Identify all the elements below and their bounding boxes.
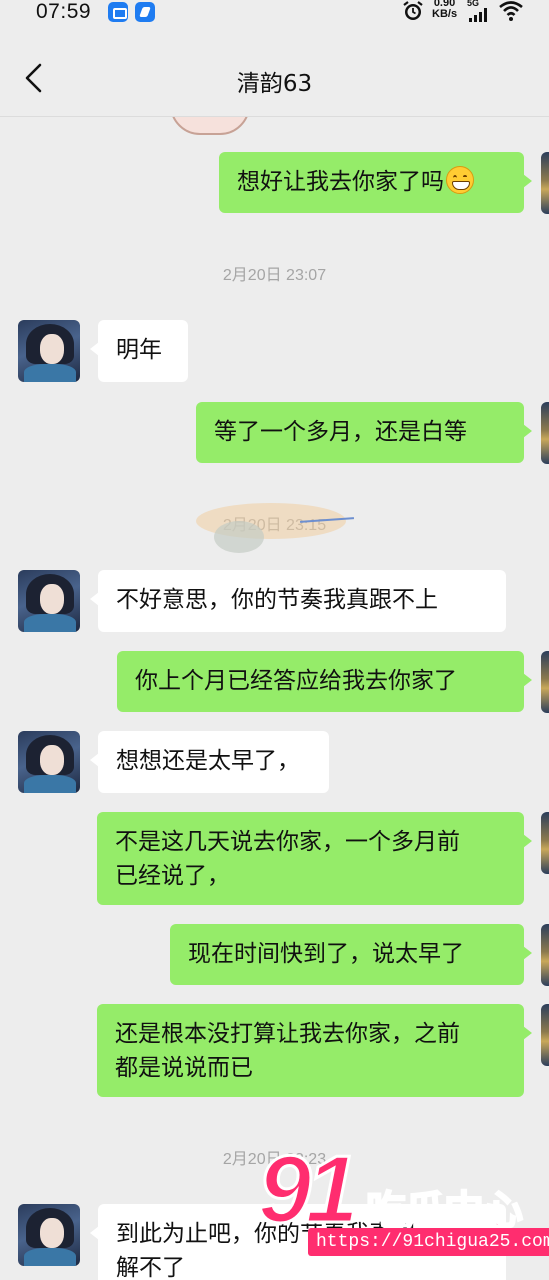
cellular-signal-icon: 5G bbox=[467, 0, 493, 22]
chat-messages[interactable]: 想好让我去你家了吗 2月20日 23:07 明年 等了一个多月，还是白等 2月2… bbox=[0, 117, 549, 1280]
my-avatar[interactable] bbox=[541, 924, 549, 986]
message-bubble-incoming[interactable]: 明年 bbox=[90, 320, 188, 382]
image-smudge bbox=[214, 521, 264, 553]
notification-app-icon bbox=[108, 2, 128, 22]
message-bubble-outgoing[interactable]: 还是根本没打算让我去你家，之前 都是说说而已 bbox=[97, 1004, 532, 1097]
message-bubble-outgoing[interactable]: 你上个月已经答应给我去你家了 bbox=[117, 651, 532, 712]
chat-header: 清韵63 bbox=[0, 40, 549, 116]
my-avatar[interactable] bbox=[541, 152, 549, 214]
sticker-message[interactable] bbox=[170, 117, 250, 135]
message-bubble-outgoing[interactable]: 不是这几天说去你家，一个多月前 已经说了， bbox=[97, 812, 532, 905]
message-text: 不好意思，你的节奏我真跟不上 bbox=[116, 587, 438, 613]
my-avatar[interactable] bbox=[541, 651, 549, 713]
watermark-url: https://91chigua25.com bbox=[308, 1228, 549, 1256]
watermark-number: 91 bbox=[257, 1136, 361, 1243]
message-bubble-incoming[interactable]: 不好意思，你的节奏我真跟不上 bbox=[90, 570, 506, 632]
network-type-label: 5G bbox=[467, 0, 480, 8]
contact-avatar[interactable] bbox=[18, 320, 80, 382]
message-bubble-outgoing[interactable]: 等了一个多月，还是白等 bbox=[196, 402, 532, 463]
network-speed: 0.90 KB/s bbox=[432, 0, 457, 20]
signal-bars-icon bbox=[469, 8, 487, 22]
contact-avatar[interactable] bbox=[18, 570, 80, 632]
my-avatar[interactable] bbox=[541, 812, 549, 874]
wifi-icon bbox=[499, 1, 523, 21]
message-text: 你上个月已经答应给我去你家了 bbox=[135, 668, 457, 694]
message-bubble-outgoing[interactable]: 现在时间快到了，说太早了 bbox=[170, 924, 532, 985]
message-bubble-outgoing[interactable]: 想好让我去你家了吗 bbox=[219, 152, 532, 213]
message-text: 现在时间快到了，说太早了 bbox=[188, 941, 464, 967]
net-speed-unit: KB/s bbox=[432, 8, 458, 20]
message-text-line: 还是根本没打算让我去你家，之前 bbox=[115, 1021, 460, 1047]
chat-title: 清韵63 bbox=[236, 71, 313, 97]
contact-avatar[interactable] bbox=[18, 731, 80, 793]
my-avatar[interactable] bbox=[541, 1004, 549, 1066]
message-text-line: 不是这几天说去你家，一个多月前 bbox=[115, 829, 460, 855]
message-text: 等了一个多月，还是白等 bbox=[214, 419, 467, 445]
message-timestamp: 2月20日 23:07 bbox=[222, 267, 327, 284]
message-text: 想想还是太早了， bbox=[116, 748, 300, 774]
grinning-face-emoji bbox=[446, 166, 474, 194]
status-time: 07:59 bbox=[36, 0, 92, 23]
contact-avatar[interactable] bbox=[18, 1204, 80, 1266]
my-avatar[interactable] bbox=[541, 402, 549, 464]
alarm-icon bbox=[403, 1, 423, 20]
status-bar: 07:59 0.90 KB/s 5G bbox=[0, 0, 549, 30]
site-watermark: 91 吃瓜中心 https://91chigua25.com bbox=[257, 1136, 549, 1280]
message-text: 想好让我去你家了吗 bbox=[237, 169, 444, 195]
message-text: 明年 bbox=[116, 337, 162, 363]
notification-app-icon-2 bbox=[135, 2, 155, 22]
message-text-line: 已经说了， bbox=[115, 863, 230, 889]
message-text-line: 都是说说而已 bbox=[115, 1055, 253, 1081]
message-bubble-incoming[interactable]: 想想还是太早了， bbox=[90, 731, 329, 793]
